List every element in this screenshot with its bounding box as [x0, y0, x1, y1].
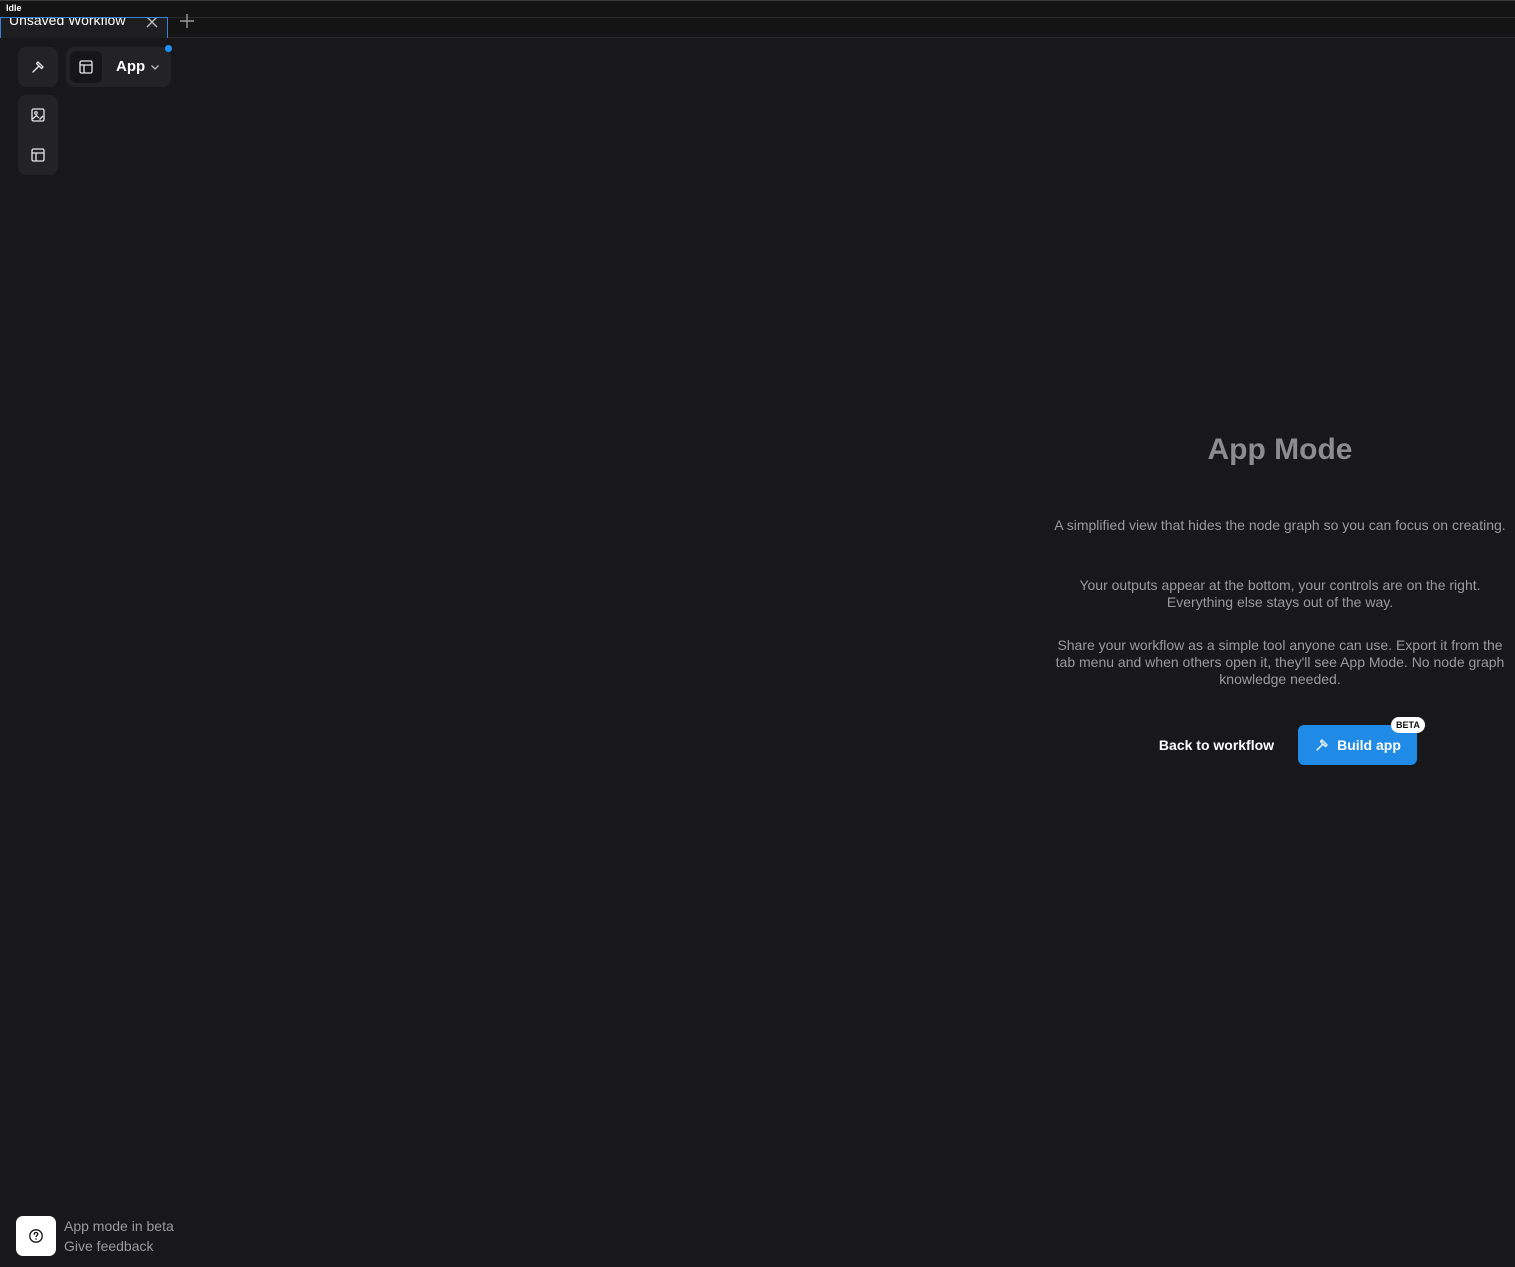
build-app-label: Build app [1337, 737, 1401, 753]
back-to-workflow-button[interactable]: Back to workflow [1148, 727, 1285, 763]
app-mode-empty-state: App Mode A simplified view that hides th… [1050, 420, 1510, 687]
layout-icon [79, 60, 93, 74]
mode-dropdown[interactable]: App [66, 47, 171, 87]
layout-tool-button[interactable] [18, 135, 58, 175]
description-paragraph-1: A simplified view that hides the node gr… [1054, 517, 1506, 533]
tab-strip-divider [168, 17, 1515, 18]
page-title: App Mode [1207, 433, 1353, 466]
tab-unsaved-workflow[interactable]: Unsaved Workflow [0, 17, 168, 38]
close-icon[interactable] [145, 17, 159, 29]
mode-label: App [116, 58, 146, 75]
status-label: Idle [6, 3, 22, 13]
mode-icon-wrap [70, 51, 102, 83]
top-bar: Idle Unsaved Workflow [0, 0, 1515, 38]
top-border [0, 0, 1515, 1]
build-tool-box [18, 47, 58, 87]
chevron-down-icon [151, 65, 159, 70]
side-tool-box [18, 95, 58, 175]
give-feedback-link[interactable]: Give feedback [64, 1238, 154, 1254]
beta-notice: App mode in beta [64, 1218, 174, 1234]
layout-icon [31, 148, 45, 162]
beta-badge: BETA [1391, 717, 1425, 733]
hammer-icon [32, 61, 44, 73]
notification-dot [165, 45, 172, 52]
description-paragraph-3: Share your workflow as a simple tool any… [1055, 637, 1505, 687]
tab-title: Unsaved Workflow [9, 17, 126, 28]
image-tool-button[interactable] [18, 95, 58, 135]
hammer-icon [1316, 739, 1328, 751]
image-edit-icon [31, 108, 45, 122]
question-icon [29, 1229, 43, 1243]
help-button[interactable] [16, 1216, 56, 1256]
plus-icon[interactable] [178, 12, 196, 30]
description-paragraph-2: Your outputs appear at the bottom, your … [1079, 577, 1481, 610]
build-tool-button[interactable] [18, 47, 58, 87]
